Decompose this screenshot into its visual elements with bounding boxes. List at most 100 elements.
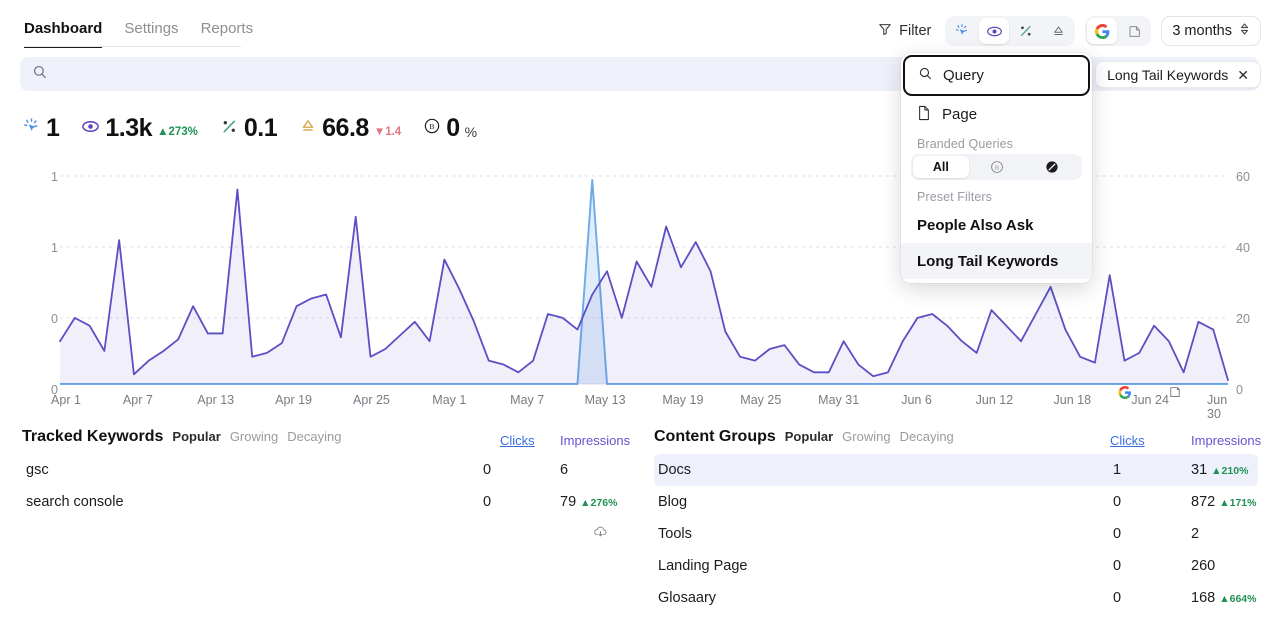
active-filter-chip[interactable]: Long Tail Keywords ✕: [1095, 61, 1261, 88]
table-row[interactable]: Blog 0 872 ▲171%: [654, 486, 1258, 518]
percent-icon: [220, 117, 239, 141]
close-icon[interactable]: ✕: [1237, 68, 1249, 82]
tab-dashboard[interactable]: Dashboard: [24, 20, 102, 48]
kpi-branded-suffix: %: [465, 124, 477, 140]
eye-icon[interactable]: [979, 18, 1009, 44]
tab-settings[interactable]: Settings: [124, 20, 178, 48]
x-tick-label: May 7: [510, 393, 544, 407]
group-name: Blog: [654, 494, 687, 510]
download-cloud-icon[interactable]: [592, 524, 609, 546]
source-toggle-group: [1085, 16, 1151, 46]
percent-icon[interactable]: [1011, 18, 1041, 44]
keyword-clicks: 0: [483, 462, 491, 478]
kpi-summary-row: 1 1.3k ▲273% 0.1 66.8 ▼1.4 B: [22, 114, 499, 143]
x-tick-label: Jun 18: [1054, 393, 1092, 407]
kpi-branded[interactable]: B 0 %: [423, 114, 477, 143]
kpi-impressions[interactable]: 1.3k ▲273%: [81, 114, 197, 143]
date-range-label: 3 months: [1172, 23, 1232, 39]
group-clicks: 0: [1113, 558, 1121, 574]
search-input[interactable]: [58, 66, 658, 82]
group-impressions-delta: ▲210%: [1211, 465, 1248, 477]
group-impressions: 31: [1191, 462, 1207, 478]
non-branded-icon[interactable]: [1024, 156, 1080, 178]
bing-icon[interactable]: [1119, 18, 1149, 44]
google-marker-icon[interactable]: [1119, 386, 1132, 404]
dropdown-search-field[interactable]: Query: [903, 55, 1090, 96]
metric-toggle-group: [945, 16, 1075, 46]
content-column-clicks[interactable]: Clicks: [1110, 433, 1145, 448]
filter-label: Filter: [899, 23, 931, 39]
keyword-impressions-delta: ▲276%: [580, 497, 617, 509]
branded-queries-segmented-control: All B: [911, 154, 1082, 180]
x-tick-label: May 31: [818, 393, 859, 407]
table-row[interactable]: Landing Page 0 260: [654, 550, 1258, 582]
group-impressions: 260: [1191, 558, 1215, 574]
branded-circle-icon[interactable]: B: [969, 156, 1025, 178]
x-tick-label: Apr 1: [51, 393, 81, 407]
keyword-name: search console: [22, 494, 124, 510]
content-sort-decaying[interactable]: Decaying: [900, 429, 954, 444]
tracked-column-clicks[interactable]: Clicks: [500, 433, 535, 448]
table-row[interactable]: search console 0 79 ▲276%: [22, 486, 644, 518]
content-sort-growing[interactable]: Growing: [842, 429, 890, 444]
preset-long-tail-keywords[interactable]: Long Tail Keywords: [901, 243, 1092, 279]
x-tick-label: May 13: [585, 393, 626, 407]
table-row[interactable]: Docs 1 31 ▲210%: [654, 454, 1258, 486]
x-tick-label: May 25: [740, 393, 781, 407]
group-impressions-delta: ▲171%: [1219, 497, 1256, 509]
x-tick-label: Jun 6: [901, 393, 932, 407]
tab-reports[interactable]: Reports: [201, 20, 254, 48]
preset-people-also-ask[interactable]: People Also Ask: [901, 207, 1092, 243]
kpi-ctr-value: 0.1: [244, 114, 277, 143]
group-clicks: 0: [1113, 526, 1121, 542]
eye-icon: [81, 117, 100, 141]
table-row[interactable]: gsc 0 6: [22, 454, 644, 486]
funnel-icon: [878, 22, 892, 40]
group-name: Glosaary: [654, 590, 716, 606]
content-groups-header: Content Groups Popular Growing Decaying …: [654, 428, 1258, 454]
tracked-sort-growing[interactable]: Growing: [230, 429, 278, 444]
kpi-position-delta: ▼1.4: [374, 126, 401, 138]
keyword-impressions-cell: 6: [560, 462, 568, 478]
table-row[interactable]: Tools 0 2: [654, 518, 1258, 550]
nav-divider: [24, 46, 241, 47]
cursor-click-icon[interactable]: [947, 18, 977, 44]
table-row[interactable]: Glosaary 0 168 ▲664%: [654, 582, 1258, 614]
tracked-sort-popular[interactable]: Popular: [172, 429, 220, 444]
position-icon: [299, 117, 317, 140]
keyword-impressions-cell: 79 ▲276%: [560, 494, 617, 510]
note-marker-icon[interactable]: [1169, 386, 1182, 404]
x-tick-label: Apr 13: [197, 393, 234, 407]
group-name: Docs: [654, 462, 691, 478]
group-clicks: 0: [1113, 590, 1121, 606]
x-tick-label: Jun 24: [1131, 393, 1169, 407]
group-impressions-cell: 168 ▲664%: [1191, 590, 1256, 606]
position-arrow-icon[interactable]: [1043, 18, 1073, 44]
clicks-icon: [22, 117, 41, 141]
branded-icon: B: [423, 117, 441, 140]
nav-tabs: Dashboard Settings Reports: [0, 0, 253, 48]
svg-text:B: B: [994, 165, 998, 172]
x-tick-label: May 19: [662, 393, 703, 407]
group-clicks: 1: [1113, 462, 1121, 478]
tracked-column-impressions[interactable]: Impressions: [560, 433, 630, 448]
filter-button[interactable]: Filter: [874, 19, 935, 43]
branded-option-all[interactable]: All: [913, 156, 969, 178]
tracked-sort-decaying[interactable]: Decaying: [287, 429, 341, 444]
kpi-clicks[interactable]: 1: [22, 114, 59, 143]
tracked-keywords-header: Tracked Keywords Popular Growing Decayin…: [22, 428, 644, 454]
kpi-ctr[interactable]: 0.1: [220, 114, 277, 143]
search-icon: [918, 66, 933, 85]
content-sort-popular[interactable]: Popular: [785, 429, 833, 444]
page-icon: [917, 105, 931, 125]
keyword-impressions: 79: [560, 494, 576, 510]
active-filter-label: Long Tail Keywords: [1107, 67, 1228, 83]
group-name: Landing Page: [654, 558, 748, 574]
dropdown-item-page[interactable]: Page: [901, 98, 1092, 131]
google-icon[interactable]: [1087, 18, 1117, 44]
date-range-selector[interactable]: 3 months: [1161, 16, 1261, 46]
kpi-position[interactable]: 66.8 ▼1.4: [299, 114, 401, 143]
x-tick-label: Apr 25: [353, 393, 390, 407]
filter-dropdown-panel: Query Page Branded Queries All B Preset …: [901, 53, 1092, 283]
content-column-impressions[interactable]: Impressions: [1191, 433, 1261, 448]
